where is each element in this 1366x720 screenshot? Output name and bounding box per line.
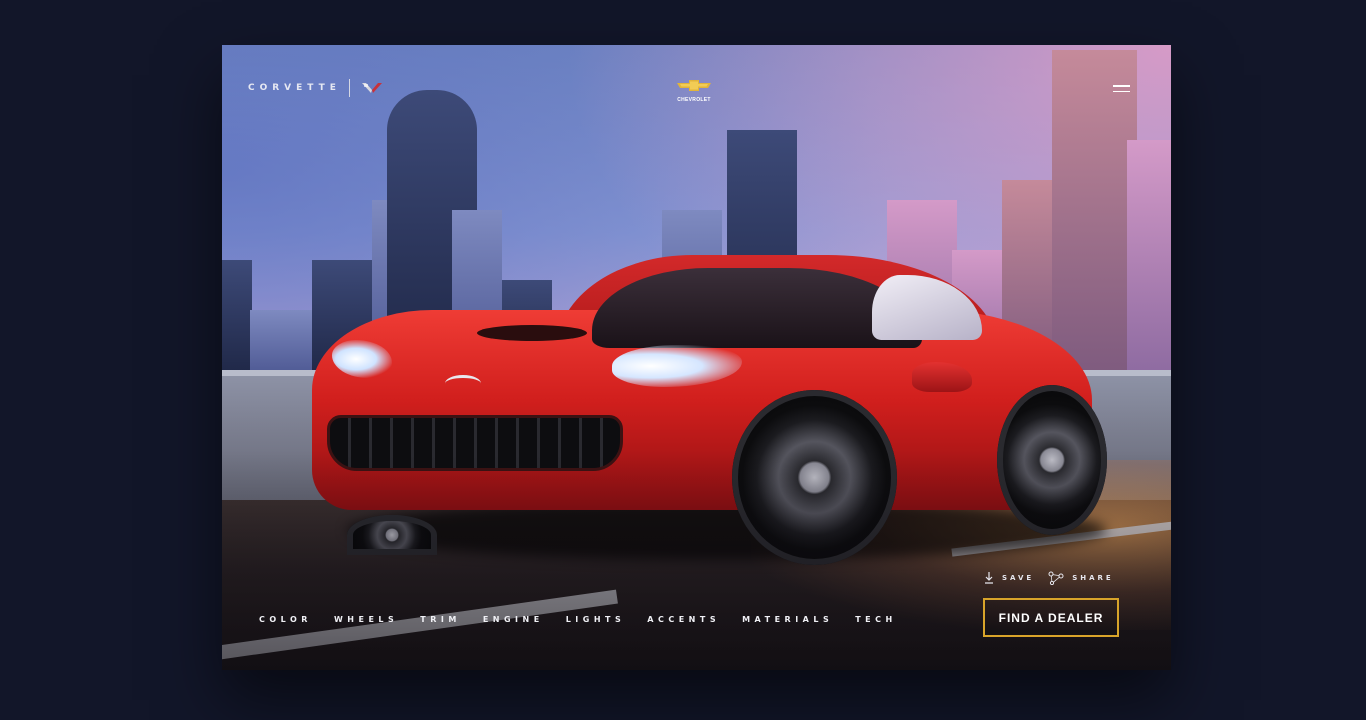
nav-item-lights[interactable]: LIGHTS [566, 615, 626, 624]
car-emblem-icon [445, 375, 481, 392]
configurator-nav: COLOR WHEELS TRIM ENGINE LIGHTS ACCENTS … [259, 615, 919, 624]
save-label: SAVE [1002, 574, 1035, 582]
action-links: SAVE SHARE [984, 571, 1128, 585]
chevrolet-logo-text: CHEVROLET [677, 97, 711, 103]
nav-item-accents[interactable]: ACCENTS [647, 615, 720, 624]
nav-item-materials[interactable]: MATERIALS [742, 615, 833, 624]
nav-item-tech[interactable]: TECH [855, 615, 897, 624]
brand-lockup[interactable]: CORVETTE [248, 79, 384, 97]
chevrolet-logo[interactable]: CHEVROLET [674, 78, 714, 103]
nav-item-wheels[interactable]: WHEELS [334, 615, 398, 624]
share-nodes-icon [1048, 571, 1064, 585]
hero-frame: CORVETTE CHEVROLET SAVE SHARE COLOR WHEE… [222, 45, 1171, 670]
car-side-window [872, 275, 982, 340]
nav-item-trim[interactable]: TRIM [420, 615, 461, 624]
brand-divider [348, 79, 350, 97]
corvette-flags-icon [360, 81, 384, 95]
chevrolet-bowtie-icon [677, 80, 711, 91]
hamburger-menu-icon[interactable] [1113, 85, 1130, 92]
save-button[interactable]: SAVE [984, 572, 1034, 584]
download-arrow-icon [985, 572, 993, 584]
share-label: SHARE [1072, 574, 1114, 582]
share-button[interactable]: SHARE [1048, 571, 1114, 585]
nav-item-engine[interactable]: ENGINE [483, 615, 544, 624]
nav-item-color[interactable]: COLOR [259, 615, 312, 624]
find-dealer-button[interactable]: FIND A DEALER [983, 598, 1119, 637]
brand-name: CORVETTE [248, 83, 341, 93]
